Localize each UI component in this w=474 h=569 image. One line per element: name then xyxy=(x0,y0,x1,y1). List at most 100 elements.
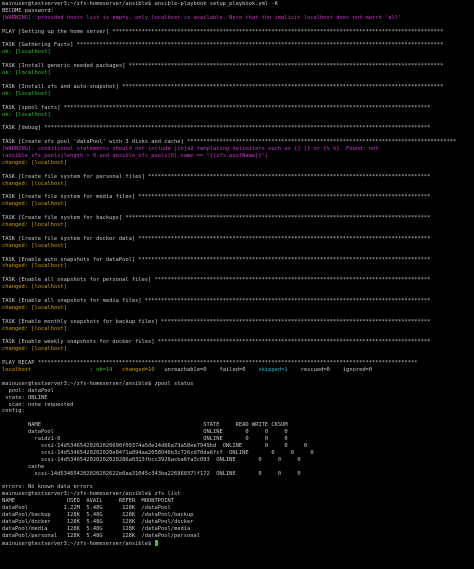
terminal-text: ok: [localhost] xyxy=(2,49,51,56)
terminal-text: NAME STATE READ WRITE CKSUM xyxy=(2,422,288,429)
terminal-line: changed: [localhost] xyxy=(2,181,474,188)
terminal-window[interactable]: mainuser@testserver3:~/zfs-homeserver/an… xyxy=(0,0,474,569)
terminal-line: changed: [localhost] xyxy=(2,160,474,167)
terminal-text: changed: [localhost] xyxy=(2,346,67,353)
terminal-line: ​ xyxy=(2,250,474,257)
terminal-line: ​ xyxy=(2,167,474,174)
terminal-text: TASK [Create zfs pool 'dataPool' with 3 … xyxy=(2,139,457,146)
terminal-line: ​ xyxy=(2,98,474,105)
terminal-text: changed: [localhost] xyxy=(2,304,67,311)
terminal-text: scsi-14d5346542020202020286a0313fbcc3926… xyxy=(2,456,301,463)
terminal-text: changed=10 xyxy=(122,367,155,374)
terminal-line: dataPool/backup 128K 5.48G 128K /dataPoo… xyxy=(2,512,474,519)
terminal-text: unreachable=0 failed=0 xyxy=(154,367,259,374)
terminal-text: TASK [Enable all snapshots for media fil… xyxy=(2,297,431,304)
terminal-text: raidz1-0 ONLINE 0 0 0 xyxy=(2,436,288,443)
terminal-line: scsi-14d53465420202020e0471a894aa2058046… xyxy=(2,450,474,457)
terminal-text: mainuser@testserver3:~/zfs-homeserver/an… xyxy=(2,491,181,498)
terminal-line: dataPool 1.22M 5.48G 128K /dataPool xyxy=(2,505,474,512)
terminal-line: scan: none requested xyxy=(2,402,474,409)
terminal-line: state: ONLINE xyxy=(2,395,474,402)
terminal-text: TASK [Gathering Facts] *****************… xyxy=(2,42,444,49)
terminal-text: PLAY RECAP *****************************… xyxy=(2,360,418,367)
terminal-text: TASK [Create file system for backups] **… xyxy=(2,215,431,222)
terminal-line: config: xyxy=(2,408,474,415)
terminal-text: scsi-14d534654202020202622e0aa31045c343b… xyxy=(2,470,301,477)
terminal-text: dataPool/media 128K 5.48G 128K /dataPool… xyxy=(2,525,191,532)
terminal-text: ok: [localhost] xyxy=(2,90,51,97)
terminal-line: dataPool/personal 128K 5.48G 128K /dataP… xyxy=(2,533,474,540)
terminal-line: ​ xyxy=(2,132,474,139)
terminal-line: scsi-14d53465420202020600f09374a5de14d86… xyxy=(2,443,474,450)
terminal-text: rescued=0 ignored=0 xyxy=(287,367,373,374)
terminal-text: TASK [Install zfs and auto-snapshot] ***… xyxy=(2,83,444,90)
terminal-line: TASK [Enable auto snapshots for dataPool… xyxy=(2,257,474,264)
terminal-text: TASK [Create file system for docker data… xyxy=(2,235,431,242)
terminal-line: ​ xyxy=(2,415,474,422)
terminal-text: (ansible_zfs_pools|length > 0 and ansibl… xyxy=(2,152,269,159)
terminal-line: localhost : ok=14 changed=10 unreachable… xyxy=(2,367,474,374)
terminal-line: changed: [localhost] xyxy=(2,243,474,250)
terminal-text: ok=14 xyxy=(96,367,113,374)
terminal-text: scan: none requested xyxy=(2,401,74,408)
terminal-line: TASK [Create zfs pool 'dataPool' with 3 … xyxy=(2,139,474,146)
terminal-line: TASK [Create file system for personal fi… xyxy=(2,174,474,181)
terminal-line: ​ xyxy=(2,333,474,340)
terminal-line: dataPool ONLINE 0 0 0 xyxy=(2,429,474,436)
terminal-line: TASK [debug] ***************************… xyxy=(2,125,474,132)
terminal-text: mainuser@testserver3:~/zfs-homeserver/an… xyxy=(2,1,278,7)
terminal-line: ​ xyxy=(2,208,474,215)
terminal-line: ​ xyxy=(2,77,474,84)
terminal-line: ​ xyxy=(2,22,474,29)
text-cursor xyxy=(154,539,158,546)
terminal-line: changed: [localhost] xyxy=(2,222,474,229)
terminal-text: mainuser@testserver3:~/zfs-homeserver/an… xyxy=(2,380,194,387)
terminal-text: TASK [Enable weekly snapshots for docker… xyxy=(2,339,431,346)
terminal-line: changed: [localhost] xyxy=(2,326,474,333)
terminal-text: TASK [Create file system for personal fi… xyxy=(2,173,431,180)
terminal-line: PLAY [Setting up the home server] ******… xyxy=(2,29,474,36)
terminal-text: NAME USED AVAIL REFER MOUNTPOINT xyxy=(2,498,175,505)
terminal-line: ​ xyxy=(2,312,474,319)
terminal-text: changed: [localhost] xyxy=(2,159,67,166)
terminal-text: changed: [localhost] xyxy=(2,222,67,228)
terminal-text: scsi-14d53465420202020600f09374a5de14d86… xyxy=(2,443,308,449)
terminal-line: TASK [Enable monthly snapshots for backu… xyxy=(2,319,474,326)
terminal-text: pool: dataPool xyxy=(2,387,54,394)
terminal-line: raidz1-0 ONLINE 0 0 0 xyxy=(2,436,474,443)
terminal-text: changed: [localhost] xyxy=(2,325,67,332)
terminal-text: TASK [debug] ***************************… xyxy=(2,125,431,132)
terminal-line: changed: [localhost] xyxy=(2,284,474,291)
terminal-text: [WARNING]: conditional statements should… xyxy=(2,146,379,153)
terminal-text: ok: [localhost] xyxy=(2,111,51,118)
terminal-line: mainuser@testserver3:~/zfs-homeserver/an… xyxy=(2,1,474,8)
terminal-line: TASK [Create file system for backups] **… xyxy=(2,215,474,222)
terminal-line: ok: [localhost] xyxy=(2,49,474,56)
terminal-line: pool: dataPool xyxy=(2,388,474,395)
terminal-line: TASK [Gathering Facts] *****************… xyxy=(2,42,474,49)
terminal-line: NAME USED AVAIL REFER MOUNTPOINT xyxy=(2,498,474,505)
terminal-line: ​ xyxy=(2,374,474,381)
terminal-text: changed: [localhost] xyxy=(2,263,67,270)
terminal-text: dataPool 1.22M 5.48G 128K /dataPool xyxy=(2,505,171,512)
terminal-line: TASK [zpool facts] *********************… xyxy=(2,105,474,112)
terminal-line: ​ xyxy=(2,187,474,194)
terminal-text: TASK [Enable monthly snapshots for backu… xyxy=(2,318,431,325)
terminal-text: dataPool/backup 128K 5.48G 128K /dataPoo… xyxy=(2,512,194,519)
terminal-line: mainuser@testserver3:~/zfs-homeserver/an… xyxy=(2,491,474,498)
terminal-text: dataPool/docker 128K 5.48G 128K /dataPoo… xyxy=(2,518,194,525)
terminal-line: scsi-14d534654202020202622e0aa31045c343b… xyxy=(2,471,474,478)
terminal-line: ok: [localhost] xyxy=(2,70,474,77)
terminal-text: changed: [localhost] xyxy=(2,284,67,291)
terminal-text: : xyxy=(31,367,97,374)
terminal-text: TASK [Create file system for media files… xyxy=(2,194,431,201)
terminal-text: changed: [localhost] xyxy=(2,180,67,187)
terminal-text: changed: [localhost] xyxy=(2,242,67,249)
terminal-line: errors: No known data errors xyxy=(2,484,474,491)
terminal-text: dataPool/personal 128K 5.48G 128K /dataP… xyxy=(2,532,200,539)
terminal-line: ​ xyxy=(2,36,474,43)
terminal-line: ​ xyxy=(2,270,474,277)
terminal-line: changed: [localhost] xyxy=(2,201,474,208)
terminal-text: TASK [Enable all snapshots for personal … xyxy=(2,277,431,284)
